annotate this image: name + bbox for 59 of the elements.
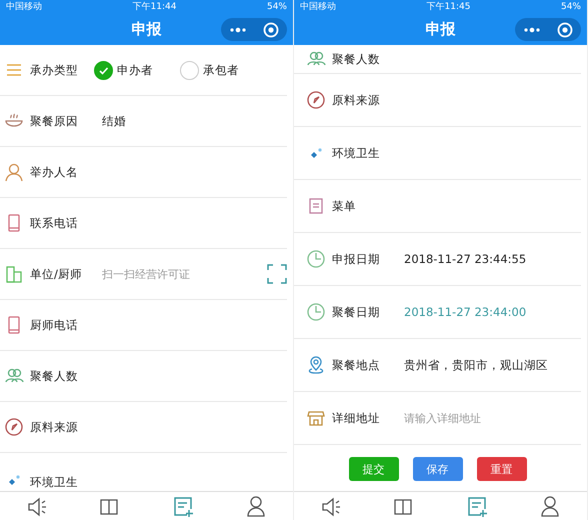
radio-button[interactable] — [94, 60, 113, 80]
carrier-text: 中国移动 — [6, 2, 42, 12]
field-label: 聚餐人数 — [30, 368, 79, 384]
radio-button[interactable] — [180, 60, 199, 80]
page-title: 申报 — [132, 20, 162, 39]
field-label: 聚餐原因 — [30, 114, 79, 128]
tab-button[interactable] — [466, 494, 488, 518]
building-icon — [4, 264, 24, 284]
option-label: 申办者 — [117, 62, 153, 78]
compass-icon — [4, 417, 24, 437]
status-time: 下午11:44 — [132, 2, 176, 12]
form-button[interactable]: 提交 — [348, 457, 398, 481]
clock-icon — [306, 249, 326, 269]
note-icon — [172, 494, 194, 518]
target-icon[interactable] — [263, 22, 279, 38]
field-label: 聚餐日期 — [332, 304, 381, 320]
field-value: 2018-11-27 23:44:55 — [404, 252, 526, 266]
tab-button[interactable] — [172, 494, 194, 518]
battery-percent: 54% — [560, 2, 581, 12]
field-label: 聚餐地点 — [332, 358, 381, 372]
field-label: 厨师电话 — [30, 318, 79, 332]
field-label: 原料来源 — [332, 92, 381, 108]
user-icon — [245, 494, 268, 518]
status-time: 下午11:45 — [426, 2, 470, 12]
field-label: 菜单 — [332, 198, 357, 214]
note-icon — [466, 494, 488, 518]
user-icon — [539, 494, 562, 518]
carrier-text: 中国移动 — [300, 2, 336, 12]
field-label: 聚餐人数 — [332, 52, 381, 66]
form-button[interactable]: 重置 — [476, 457, 526, 481]
target-icon[interactable] — [557, 22, 573, 38]
field-label: 详细地址 — [332, 410, 381, 426]
field-label: 单位/厨师 — [30, 266, 83, 282]
pin-icon — [306, 355, 326, 375]
page-title: 申报 — [426, 20, 456, 39]
more-icon[interactable] — [523, 26, 541, 32]
more-icon[interactable] — [229, 26, 247, 32]
field-value: 结婚 — [102, 114, 126, 128]
field-value: 贵州省，贵阳市，观山湖区 — [404, 358, 548, 372]
tab-button[interactable] — [539, 494, 562, 518]
tab-button[interactable] — [245, 494, 268, 518]
scan-icon[interactable] — [267, 264, 287, 284]
form-button[interactable]: 保存 — [412, 457, 462, 481]
field-label: 环境卫生 — [332, 146, 381, 160]
field-label: 原料来源 — [30, 420, 79, 434]
sparkle-icon — [8, 475, 20, 485]
battery-percent: 54% — [266, 2, 287, 12]
date-picker[interactable]: 2018-11-27 23:44:00 — [404, 305, 526, 319]
sparkle-icon — [310, 148, 322, 158]
clock-icon — [306, 302, 326, 322]
field-label: 联系电话 — [30, 216, 79, 230]
field-label: 申报日期 — [332, 252, 381, 266]
field-label: 承办类型 — [30, 62, 79, 78]
compass-icon — [306, 90, 326, 110]
field-label: 环境卫生 — [30, 475, 79, 490]
person-icon — [4, 162, 24, 182]
check-icon — [98, 64, 109, 76]
option-label: 承包者 — [203, 62, 239, 78]
field-label: 举办人名 — [30, 164, 79, 180]
